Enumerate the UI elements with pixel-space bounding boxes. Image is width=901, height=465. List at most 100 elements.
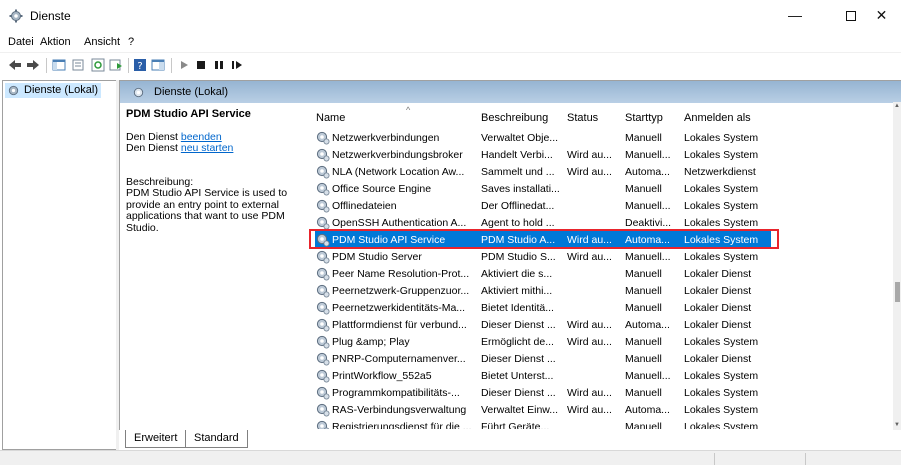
service-name: Netzwerkverbindungen — [332, 132, 440, 144]
service-starttyp: Manuell... — [625, 251, 671, 263]
service-status — [567, 216, 621, 230]
column-header-name[interactable]: ^ Name — [316, 103, 476, 127]
service-status — [567, 284, 621, 298]
services-gear-icon — [9, 9, 23, 23]
start-service-icon[interactable] — [177, 58, 191, 72]
forward-arrow-icon[interactable] — [26, 58, 40, 72]
service-row[interactable]: Plug &amp; Play Ermöglicht de... Wird au..… — [310, 333, 901, 350]
service-starttyp: Manuell — [625, 302, 662, 314]
service-starttyp: Manuell — [625, 132, 662, 144]
service-status — [567, 131, 621, 145]
service-status — [567, 182, 621, 196]
service-row[interactable]: Netzwerkverbindungen Verwaltet Obje... Man… — [310, 129, 901, 146]
service-description: PDM Studio S... — [481, 251, 556, 263]
console-tree-icon[interactable] — [52, 58, 66, 72]
service-name: OpenSSH Authentication A... — [332, 217, 467, 229]
properties-icon[interactable] — [71, 58, 85, 72]
menu-aktion[interactable]: Aktion — [40, 36, 71, 48]
close-button[interactable]: ✕ — [862, 0, 901, 30]
service-starttyp: Manuell — [625, 336, 662, 348]
export-list-icon[interactable] — [109, 58, 123, 72]
service-description: Agent to hold ... — [481, 217, 555, 229]
service-row[interactable]: PDM Studio Server PDM Studio S... Wird au.… — [310, 248, 901, 265]
refresh-icon[interactable] — [91, 58, 105, 72]
service-description-panel: PDM Studio API Service Den Dienst beende… — [126, 108, 304, 234]
service-starttyp: Manuell — [625, 387, 662, 399]
service-name: PrintWorkflow_552a5 — [332, 370, 432, 382]
service-starttyp: Manuell — [625, 183, 662, 195]
service-logon-as: Lokales System — [684, 404, 759, 416]
tab-standard[interactable]: Standard — [185, 430, 248, 448]
help-icon[interactable]: ? — [133, 58, 147, 72]
service-logon-as: Lokaler Dienst — [684, 285, 752, 297]
toolbar-separator — [171, 58, 172, 73]
service-row[interactable]: Peernetzwerkidentitäts-Ma... Bietet Ident… — [310, 299, 901, 316]
menu-help[interactable]: ? — [128, 36, 134, 48]
service-logon-as: Lokales System — [684, 149, 759, 161]
service-row[interactable]: PNRP-Computernamenver... Dieser Dienst ..… — [310, 350, 901, 367]
service-starttyp: Manuell... — [625, 370, 671, 382]
service-row[interactable]: Netzwerkverbindungsbroker Handelt Verbi..… — [310, 146, 901, 163]
pause-service-icon[interactable] — [212, 58, 226, 72]
stop-service-icon[interactable] — [194, 58, 208, 72]
menu-datei[interactable]: Datei — [8, 36, 34, 48]
service-name: Office Source Engine — [332, 183, 432, 195]
service-status: Wird au... — [567, 336, 612, 348]
back-arrow-icon[interactable] — [8, 58, 22, 72]
service-row[interactable]: Office Source Engine Saves installati... M… — [310, 180, 901, 197]
stop-service-link[interactable]: beenden — [181, 131, 222, 143]
service-gear-icon — [316, 148, 330, 162]
service-name: Peernetzwerkidentitäts-Ma... — [332, 302, 466, 314]
service-name: NLA (Network Location Aw... — [332, 166, 465, 178]
tab-erweitert[interactable]: Erweitert — [125, 430, 187, 448]
column-header-starttyp[interactable]: Starttyp — [625, 103, 682, 127]
column-header-beschreibung[interactable]: Beschreibung — [481, 103, 565, 127]
tree-item-dienste-lokal[interactable]: Dienste (Lokal) — [5, 83, 101, 98]
service-logon-as: Lokaler Dienst — [684, 353, 752, 365]
sort-ascending-icon: ^ — [406, 105, 411, 115]
minimize-icon: — — [788, 7, 802, 23]
service-status: Wird au... — [567, 319, 612, 331]
service-name: PDM Studio Server — [332, 251, 422, 263]
service-logon-as: Lokales System — [684, 183, 759, 195]
service-row[interactable]: Peer Name Resolution-Prot... Aktiviert di… — [310, 265, 901, 282]
column-header-anmelden[interactable]: Anmelden als — [684, 103, 774, 127]
service-starttyp: Automa... — [625, 166, 670, 178]
service-status — [567, 420, 621, 429]
service-logon-as: Netzwerkdienst — [684, 166, 756, 178]
show-hide-action-pane-icon[interactable] — [151, 58, 165, 72]
description-text: PDM Studio API Service is used to provid… — [126, 187, 288, 234]
services-gear-icon — [8, 85, 19, 96]
service-starttyp: Manuell — [625, 268, 662, 280]
service-name: Peernetzwerk-Gruppenzuor... — [332, 285, 470, 297]
service-row[interactable]: PrintWorkflow_552a5 Bietet Unterst... Manu… — [310, 367, 901, 384]
selected-service-name: PDM Studio API Service — [126, 108, 251, 120]
service-gear-icon — [316, 335, 330, 349]
scroll-up-arrow-icon[interactable]: ▲ — [894, 103, 900, 109]
service-name: Registrierungsdienst für die ... — [332, 421, 472, 429]
service-row[interactable]: Plattformdienst für verbund... Dieser Die… — [310, 316, 901, 333]
minimize-button[interactable]: — — [772, 0, 818, 30]
service-gear-icon — [316, 352, 330, 366]
service-name: Netzwerkverbindungsbroker — [332, 149, 463, 161]
service-starttyp: Manuell — [625, 285, 662, 297]
service-row[interactable]: Registrierungsdienst für die ... Führt Ge… — [310, 418, 901, 429]
service-row[interactable]: RAS-Verbindungsverwaltung Verwaltet Einw.… — [310, 401, 901, 418]
window-title: Dienste — [30, 9, 71, 23]
service-gear-icon — [316, 216, 330, 230]
scrollbar-thumb[interactable] — [895, 282, 900, 302]
service-row[interactable]: Programmkompatibilitäts-... Dieser Dienst… — [310, 384, 901, 401]
service-row[interactable]: NLA (Network Location Aw... Sammelt und .… — [310, 163, 901, 180]
scroll-down-arrow-icon[interactable]: ▼ — [894, 422, 900, 428]
vertical-scrollbar[interactable]: ▲ ▼ — [893, 102, 901, 432]
services-list: ^ Name Beschreibung Status Starttyp Anme… — [310, 103, 901, 429]
service-row[interactable]: Offlinedateien Der Offlinedat... Manuell..… — [310, 197, 901, 214]
restart-service-icon[interactable] — [230, 58, 244, 72]
restart-service-link[interactable]: neu starten — [181, 142, 234, 154]
service-description: Dieser Dienst ... — [481, 387, 556, 399]
service-name: Plug &amp; Play — [332, 336, 410, 348]
service-row[interactable]: Peernetzwerk-Gruppenzuor... Aktiviert mit… — [310, 282, 901, 299]
service-description: Verwaltet Einw... — [481, 404, 559, 416]
menu-ansicht[interactable]: Ansicht — [84, 36, 120, 48]
column-header-status[interactable]: Status — [567, 103, 621, 127]
